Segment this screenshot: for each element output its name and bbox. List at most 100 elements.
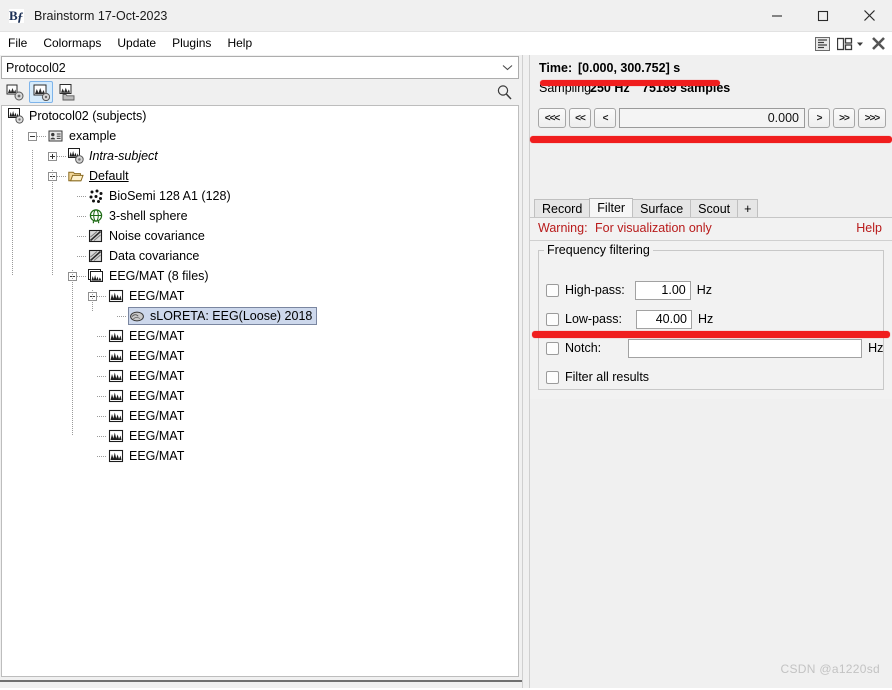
notch-checkbox[interactable] [546, 341, 559, 355]
tree-item-intra-subject[interactable]: Intra-subject [2, 146, 518, 166]
tree-item-eegmat-3[interactable]: EEG/MAT [2, 346, 518, 366]
tools-panel: Time: [0.000, 300.752] s Sampling: 250 H… [530, 55, 892, 688]
tree-item-content: EEG/MAT [108, 427, 188, 445]
tree-item-eegmat-7[interactable]: EEG/MAT [2, 426, 518, 446]
tree-item-content: Data covariance [88, 247, 203, 265]
tree-item-sphere[interactable]: 3-shell sphere [2, 206, 518, 226]
menu-item-update[interactable]: Update [109, 32, 164, 55]
time-prev-fast-button[interactable]: << [569, 108, 591, 128]
tree-item-content: EEG/MAT [108, 347, 188, 365]
time-last-button[interactable]: >>> [858, 108, 886, 128]
tree-item-datacov[interactable]: Data covariance [2, 246, 518, 266]
tree-item-label: Protocol02 (subjects) [29, 109, 147, 123]
tree-item-biosemi[interactable]: BioSemi 128 A1 (128) [2, 186, 518, 206]
eeg-icon [108, 288, 124, 304]
expand-toggle-icon[interactable] [48, 151, 57, 161]
tree-connector [97, 435, 107, 437]
search-icon[interactable] [493, 81, 515, 103]
tree-item-label: EEG/MAT [129, 369, 185, 383]
lowpass-checkbox[interactable] [546, 312, 559, 326]
tree-item-eegmat-group[interactable]: EEG/MAT (8 files) [2, 266, 518, 286]
panel-splitter[interactable] [522, 55, 530, 688]
current-time-field[interactable]: 0.000 [619, 108, 805, 128]
layout-icon[interactable] [837, 37, 853, 51]
tree-item-eegmat-8[interactable]: EEG/MAT [2, 446, 518, 466]
functional-subjects-view-button[interactable] [29, 81, 53, 103]
tree-connector [57, 155, 67, 157]
tree-item-eegmat-2[interactable]: EEG/MAT [2, 326, 518, 346]
tree-item-content: EEG/MAT (8 files) [88, 267, 213, 285]
maximize-button[interactable] [800, 0, 846, 31]
tree-item-protocol[interactable]: Protocol02 (subjects) [2, 106, 518, 126]
tree-item-label: Intra-subject [89, 149, 158, 163]
tree-item-content: Default [68, 167, 133, 185]
tree-item-eegmat-6[interactable]: EEG/MAT [2, 406, 518, 426]
tree-item-label: Noise covariance [109, 229, 205, 243]
highpass-checkbox[interactable] [546, 283, 559, 297]
tree-item-eegmat-1[interactable]: EEG/MAT [2, 286, 518, 306]
tree-item-eegmat-5[interactable]: EEG/MAT [2, 386, 518, 406]
tree-item-label: 3-shell sphere [109, 209, 188, 223]
annotation-underline-time-value [540, 80, 720, 86]
tree-item-sloreta[interactable]: sLORETA: EEG(Loose) 2018 [2, 306, 518, 326]
time-next-button[interactable]: > [808, 108, 830, 128]
title-bar: B ƒ Brainstorm 17-Oct-2023 [0, 0, 892, 32]
tree-item-content: 3-shell sphere [88, 207, 192, 225]
tree-item-example[interactable]: example [2, 126, 518, 146]
layers-icon[interactable] [815, 36, 830, 51]
tree-item-label: EEG/MAT [129, 429, 185, 443]
tree-item-eegmat-4[interactable]: EEG/MAT [2, 366, 518, 386]
frequency-filtering-legend: Frequency filtering [544, 243, 653, 257]
tree-item-content: EEG/MAT [108, 287, 188, 305]
tab-record[interactable]: Record [534, 199, 591, 217]
filter-all-label: Filter all results [565, 370, 650, 384]
tree-item-content: Noise covariance [88, 227, 209, 245]
warning-row: Warning: For visualization only Help [530, 218, 892, 241]
menu-item-colormaps[interactable]: Colormaps [35, 32, 109, 55]
menu-item-file[interactable]: File [0, 32, 35, 55]
menu-bar: File Colormaps Update Plugins Help [0, 32, 892, 56]
database-tree[interactable]: Protocol02 (subjects) example Intra-subjec… [1, 105, 519, 677]
tree-item-default[interactable]: Default [2, 166, 518, 186]
tree-connector [97, 335, 107, 337]
tab-add[interactable]: + [737, 199, 759, 217]
close-button[interactable] [846, 0, 892, 31]
tree-connector [97, 415, 107, 417]
tools-tabstrip: Record Filter Surface Scout + [530, 198, 892, 217]
collapse-toggle-icon[interactable] [28, 131, 37, 141]
time-first-button[interactable]: <<< [538, 108, 566, 128]
tab-scout[interactable]: Scout [690, 199, 739, 217]
menu-item-plugins[interactable]: Plugins [164, 32, 219, 55]
time-next-fast-button[interactable]: >> [833, 108, 855, 128]
lowpass-label: Low-pass: [565, 312, 622, 326]
menu-item-help[interactable]: Help [219, 32, 260, 55]
annotation-underline-filter-section [532, 331, 890, 338]
help-link[interactable]: Help [856, 221, 882, 235]
tree-item-noisecov[interactable]: Noise covariance [2, 226, 518, 246]
covariance-icon [88, 228, 104, 244]
tree-rail-3 [72, 270, 73, 436]
tab-surface[interactable]: Surface [632, 199, 692, 217]
chevron-down-icon[interactable] [856, 40, 864, 48]
time-prev-button[interactable]: < [594, 108, 616, 128]
highpass-input[interactable]: 1.00 [634, 280, 691, 300]
filter-all-checkbox[interactable] [546, 370, 559, 384]
lowpass-input[interactable]: 40.00 [635, 309, 692, 329]
notch-unit: Hz [868, 341, 884, 355]
tree-item-content: example [48, 127, 120, 145]
tree-item-label: EEG/MAT [129, 349, 185, 363]
tree-item-content: Intra-subject [68, 147, 162, 165]
eeg-multi-icon [88, 268, 104, 284]
tree-connector [97, 375, 107, 377]
close-all-icon[interactable] [871, 36, 886, 51]
tab-filter[interactable]: Filter [589, 198, 634, 217]
protocol-selector[interactable]: Protocol02 [1, 56, 519, 79]
eeg-icon [108, 368, 124, 384]
anatomy-view-button[interactable] [3, 81, 27, 103]
functional-conditions-view-button[interactable] [55, 81, 79, 103]
protocol-icon [8, 108, 24, 124]
minimize-button[interactable] [754, 0, 800, 31]
warning-prefix: Warning: [538, 221, 588, 235]
eeg-icon [108, 348, 124, 364]
notch-input[interactable] [628, 338, 863, 358]
